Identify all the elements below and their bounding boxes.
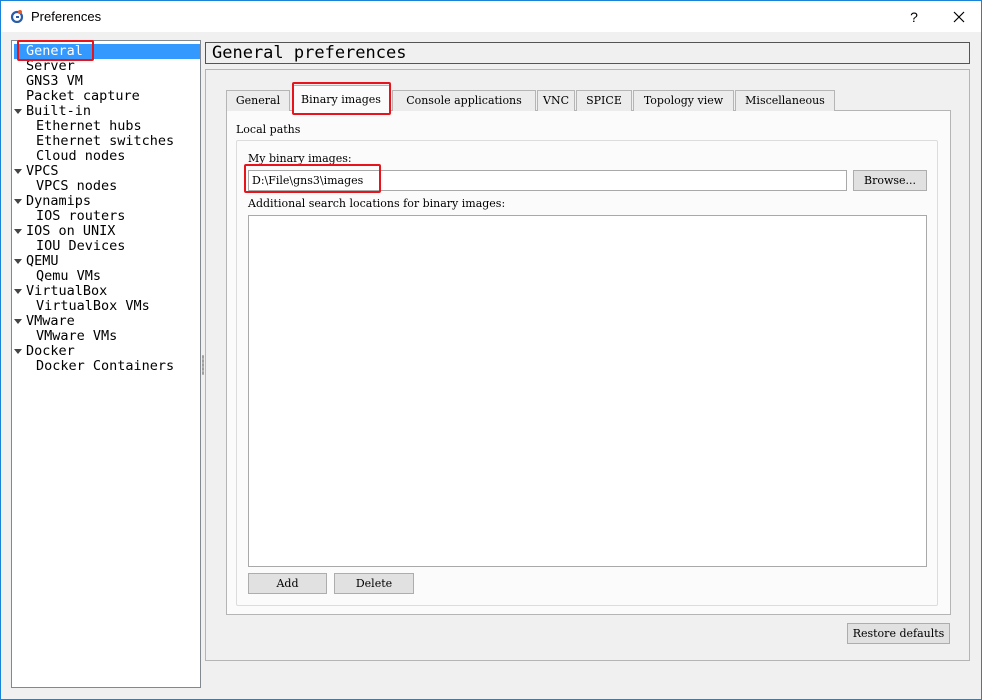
tree-item-ios-routers[interactable]: IOS routers (36, 209, 125, 224)
preferences-tree[interactable]: General Server GNS3 VM Packet capture Bu… (11, 40, 201, 688)
tab-spice[interactable]: SPICE (576, 90, 632, 111)
restore-defaults-button[interactable]: Restore defaults (847, 623, 950, 644)
tree-item-docker[interactable]: Docker (26, 344, 75, 359)
highlight-binary-images-tab (292, 82, 391, 115)
tree-item-vmware-vms[interactable]: VMware VMs (36, 329, 117, 344)
tree-item-virtualbox-vms[interactable]: VirtualBox VMs (36, 299, 150, 314)
tab-console-applications[interactable]: Console applications (392, 90, 536, 111)
tree-item-vpcs[interactable]: VPCS (26, 164, 59, 179)
highlight-path-input (244, 164, 381, 193)
tree-item-dynamips[interactable]: Dynamips (26, 194, 91, 209)
tab-miscellaneous[interactable]: Miscellaneous (735, 90, 835, 111)
tab-vnc[interactable]: VNC (537, 90, 575, 111)
browse-button[interactable]: Browse... (853, 170, 927, 191)
expand-arrow-icon[interactable] (14, 109, 22, 114)
tab-topology-view[interactable]: Topology view (633, 90, 734, 111)
tree-item-cloud-nodes[interactable]: Cloud nodes (36, 149, 125, 164)
delete-button[interactable]: Delete (334, 573, 414, 594)
page-title: General preferences (205, 42, 970, 64)
gns3-app-icon (10, 10, 24, 23)
help-button[interactable]: ? (899, 5, 929, 29)
expand-arrow-icon[interactable] (14, 169, 22, 174)
tree-item-qemu-vms[interactable]: Qemu VMs (36, 269, 101, 284)
tree-item-server[interactable]: Server (26, 59, 75, 74)
additional-locations-label: Additional search locations for binary i… (248, 197, 506, 210)
tree-item-packet-capture[interactable]: Packet capture (26, 89, 140, 104)
title-bar: Preferences ? (1, 1, 981, 32)
expand-arrow-icon[interactable] (14, 289, 22, 294)
close-button[interactable] (941, 5, 977, 29)
window-title: Preferences (31, 9, 102, 24)
tree-item-ethernet-switches[interactable]: Ethernet switches (36, 134, 174, 149)
group-title-local-paths: Local paths (236, 123, 301, 136)
add-button[interactable]: Add (248, 573, 327, 594)
tree-item-docker-containers[interactable]: Docker Containers (36, 359, 174, 374)
highlight-general (17, 40, 94, 61)
tree-item-qemu[interactable]: QEMU (26, 254, 59, 269)
tree-item-virtualbox[interactable]: VirtualBox (26, 284, 107, 299)
tree-item-vmware[interactable]: VMware (26, 314, 75, 329)
tree-item-ethernet-hubs[interactable]: Ethernet hubs (36, 119, 142, 134)
expand-arrow-icon[interactable] (14, 259, 22, 264)
tree-item-ios-on-unix[interactable]: IOS on UNIX (26, 224, 115, 239)
tree-item-gns3-vm[interactable]: GNS3 VM (26, 74, 83, 89)
tab-general[interactable]: General (226, 90, 290, 111)
expand-arrow-icon[interactable] (14, 199, 22, 204)
expand-arrow-icon[interactable] (14, 229, 22, 234)
expand-arrow-icon[interactable] (14, 349, 22, 354)
tree-item-vpcs-nodes[interactable]: VPCS nodes (36, 179, 117, 194)
additional-locations-list[interactable] (248, 215, 927, 567)
tree-item-iou-devices[interactable]: IOU Devices (36, 239, 125, 254)
tree-item-built-in[interactable]: Built-in (26, 104, 91, 119)
splitter-handle[interactable] (202, 355, 204, 375)
close-icon (953, 11, 965, 23)
expand-arrow-icon[interactable] (14, 319, 22, 324)
